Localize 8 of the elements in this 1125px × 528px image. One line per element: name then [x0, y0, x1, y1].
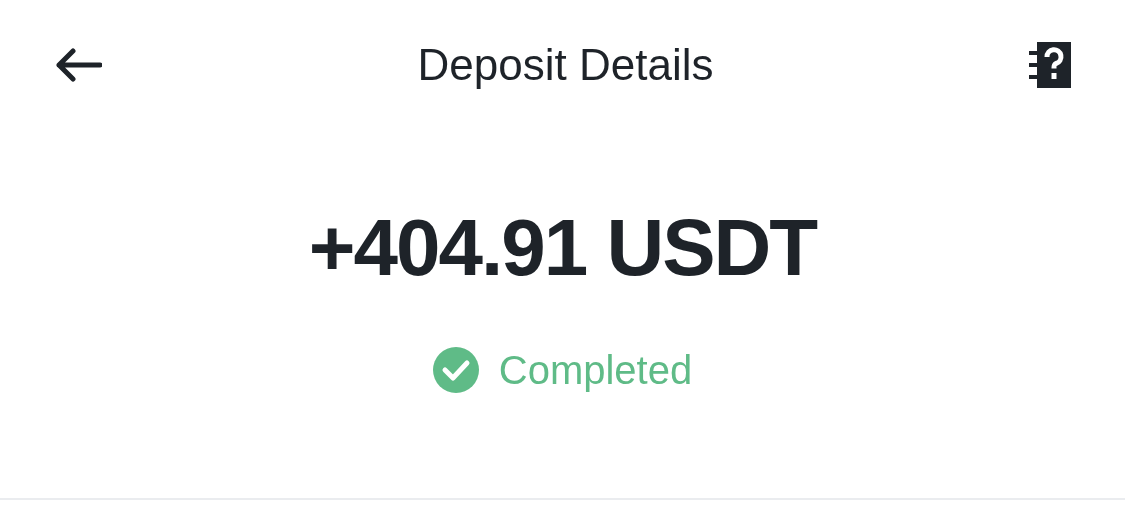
back-arrow-icon [54, 48, 102, 82]
page-title: Deposit Details [417, 39, 714, 91]
help-button[interactable] [1027, 41, 1071, 89]
deposit-amount: +404.91 USDT [308, 208, 817, 288]
help-document-icon [1029, 42, 1071, 88]
status-label: Completed [498, 347, 693, 394]
back-button[interactable] [54, 45, 104, 85]
check-circle-icon [432, 347, 479, 393]
